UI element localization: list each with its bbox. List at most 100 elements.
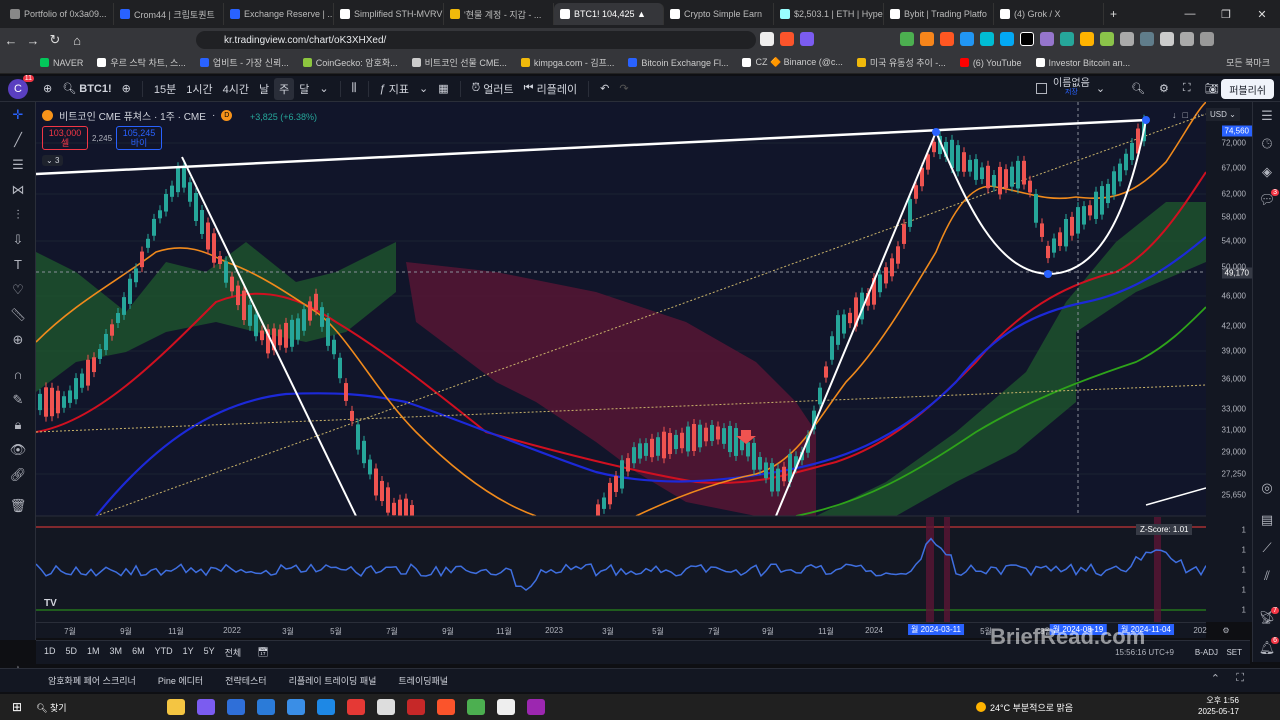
- interval-button[interactable]: 4시간: [218, 78, 254, 100]
- chart-type-icon[interactable]: ⫼: [347, 78, 362, 100]
- ext-icon[interactable]: [900, 32, 914, 46]
- taskbar-app-icon[interactable]: [496, 699, 515, 715]
- target-icon[interactable]: ◎: [1253, 474, 1280, 502]
- text-icon[interactable]: T: [0, 252, 36, 277]
- pane-maximize-icon[interactable]: □: [1183, 110, 1188, 121]
- taskbar-app-icon[interactable]: [256, 699, 275, 715]
- adjust-toggle[interactable]: B-ADJ: [1195, 648, 1218, 657]
- alert-button[interactable]: ⏰︎ 얼러트: [467, 78, 519, 100]
- weather-text[interactable]: 24°C 부분적으로 맑음: [990, 701, 1073, 714]
- ext-icon[interactable]: [960, 32, 974, 46]
- heart-icon[interactable]: ♡: [0, 277, 36, 302]
- bookmark-item[interactable]: Bitcoin Exchange Fl...: [628, 58, 728, 68]
- quick-search-icon[interactable]: 🔍︎: [1131, 82, 1145, 95]
- browser-tab[interactable]: (4) Grok / X: [994, 3, 1104, 25]
- bottom-tab[interactable]: Pine 에디터: [158, 674, 203, 687]
- browser-tab[interactable]: Crypto Simple Earn: [664, 3, 774, 25]
- anchor-point[interactable]: [1044, 270, 1052, 278]
- ext-icon[interactable]: [980, 32, 994, 46]
- pane-down-icon[interactable]: ↓: [1172, 110, 1177, 121]
- taskbar-app-icon[interactable]: [436, 699, 455, 715]
- zoom-icon[interactable]: ⊕: [0, 327, 36, 352]
- publish-button[interactable]: 퍼블리쉬: [1221, 79, 1274, 99]
- close-icon[interactable]: ✕: [1244, 0, 1280, 28]
- bookmark-item[interactable]: kimpga.com - 김프...: [520, 56, 614, 69]
- bottom-tab[interactable]: 암호화폐 페어 스크리너: [48, 674, 136, 687]
- replay-button[interactable]: ⏮︎ 리플레이: [519, 78, 582, 100]
- ext-icon[interactable]: [1100, 32, 1114, 46]
- indicators-button[interactable]: ƒ 지표: [375, 78, 414, 100]
- ext-icon[interactable]: [1040, 32, 1054, 46]
- ext-icon[interactable]: [1020, 32, 1034, 46]
- range-button[interactable]: 1D: [44, 646, 56, 659]
- taskbar-app-icon[interactable]: [406, 699, 425, 715]
- bottom-tab[interactable]: 리플레이 트레이딩 패널: [289, 674, 377, 687]
- taskbar-app-icon[interactable]: [286, 699, 305, 715]
- ext-icon[interactable]: [940, 32, 954, 46]
- bookmark-item[interactable]: 우르 스탁 차트, 스...: [97, 56, 186, 69]
- goto-date-icon[interactable]: 📅︎: [257, 647, 268, 658]
- legend-title[interactable]: 비트코인 CME 퓨쳐스 · 1주 · CME: [59, 108, 206, 123]
- bookmark-item[interactable]: NAVER: [40, 58, 83, 68]
- pane-more-icon[interactable]: ⋯: [1194, 110, 1203, 121]
- system-clock[interactable]: 오후 1:56 2025-05-17: [1198, 695, 1239, 717]
- interval-dropdown-icon[interactable]: ⌄: [314, 78, 333, 100]
- browser-tab[interactable]: Crom44 | 크립토퀀트: [114, 3, 224, 25]
- taskbar-app-icon[interactable]: [526, 699, 545, 715]
- fullscreen-icon[interactable]: ⛶: [1183, 82, 1191, 95]
- price-axis[interactable]: 74,560 49,170 72,000 67,000 62,000 58,000 54…: [1206, 102, 1252, 622]
- symbol-search[interactable]: 🔍︎ BTC1!: [57, 78, 116, 100]
- fib-icon[interactable]: ☰: [0, 152, 36, 177]
- range-button[interactable]: 3M: [110, 646, 123, 659]
- add-symbol-icon[interactable]: ⊕: [38, 78, 57, 100]
- camera-icon[interactable]: 📷︎: [1205, 82, 1219, 95]
- browser-tab[interactable]: Portfolio of 0x3a09...: [4, 3, 114, 25]
- taskbar-app-icon[interactable]: [196, 699, 215, 715]
- layers-icon[interactable]: ◈: [1253, 158, 1280, 186]
- crosshair-icon[interactable]: ✛: [0, 102, 36, 127]
- chart-icon[interactable]: ⫽: [1253, 562, 1280, 590]
- metamask-icon[interactable]: [920, 32, 934, 46]
- forecast-icon[interactable]: ⫶: [0, 202, 36, 227]
- ext-icon[interactable]: [1060, 32, 1074, 46]
- range-button[interactable]: YTD: [155, 646, 173, 659]
- settings-icon[interactable]: ⚙: [1159, 82, 1169, 95]
- interval-button[interactable]: 1시간: [181, 78, 217, 100]
- browser-tab[interactable]: Bybit | Trading Platfo: [884, 3, 994, 25]
- redo-icon[interactable]: ↷: [614, 78, 633, 100]
- pattern-icon[interactable]: ⋈: [0, 177, 36, 202]
- share-icon[interactable]: [760, 32, 774, 46]
- home-icon[interactable]: ⌂: [66, 29, 88, 51]
- bottom-tab[interactable]: 트레이딩패널: [398, 674, 448, 687]
- range-button[interactable]: 6M: [132, 646, 145, 659]
- layout-name-button[interactable]: 이름없음 저장: [1053, 79, 1090, 97]
- restore-icon[interactable]: ❐: [1208, 0, 1244, 28]
- taskbar-app-icon[interactable]: [346, 699, 365, 715]
- collapse-panel-icon[interactable]: ⌃: [1211, 672, 1220, 685]
- link-icon[interactable]: 🔗︎: [0, 462, 36, 487]
- browser-tab[interactable]: BTC1! 104,425 ▲: [554, 3, 664, 25]
- browser-tab[interactable]: Simplified STH-MVRV: [334, 3, 444, 25]
- ideas-icon[interactable]: 📡︎ 7: [1253, 604, 1280, 632]
- session-toggle[interactable]: SET: [1226, 648, 1242, 657]
- maximize-panel-icon[interactable]: ⛶: [1236, 672, 1244, 685]
- ext-icon[interactable]: [1000, 32, 1014, 46]
- browser-tab[interactable]: Exchange Reserve | ...: [224, 3, 334, 25]
- bookmark-item[interactable]: 미국 유동성 추이 -...: [856, 56, 946, 69]
- calendar-icon[interactable]: ▤: [1253, 506, 1280, 534]
- undo-icon[interactable]: ↶: [595, 78, 614, 100]
- trash-icon[interactable]: 🗑︎: [0, 493, 36, 518]
- pencil-lock-icon[interactable]: ✎: [0, 387, 36, 412]
- price-chart[interactable]: [35, 101, 1207, 622]
- bookmark-item[interactable]: (6) YouTube: [959, 58, 1022, 68]
- brave-rewards-icon[interactable]: [800, 32, 814, 46]
- trendline-icon[interactable]: ╱: [0, 127, 36, 152]
- browser-tab[interactable]: '현물 계정 - 지갑 - ...: [444, 3, 554, 25]
- brush-icon[interactable]: ⇩: [0, 227, 36, 252]
- taskbar-app-icon[interactable]: [316, 699, 335, 715]
- windows-start-icon[interactable]: ⊞: [12, 700, 22, 714]
- bookmark-item[interactable]: CZ 🔶 Binance (@c...: [742, 57, 843, 68]
- tradingview-logo[interactable]: TV: [44, 598, 57, 609]
- range-button[interactable]: 1M: [87, 646, 100, 659]
- back-icon[interactable]: ←: [0, 29, 22, 51]
